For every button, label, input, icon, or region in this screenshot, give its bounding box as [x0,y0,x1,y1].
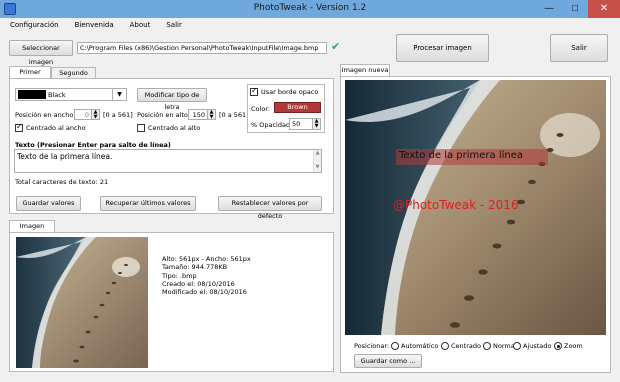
select-image-button[interactable]: Seleccionar imagen [9,40,73,66]
spinner-icon[interactable]: ▲ ▼ [91,110,99,119]
pos-y-value: 150 [192,111,205,119]
use-border-checkbox[interactable]: Usar borde opaco [250,86,318,96]
pos-y-stepper[interactable]: 150 ▲ ▼ [188,109,216,120]
info-dimensions: Alto: 561px - Ancho: 561px [162,255,251,263]
spinner-icon[interactable]: ▲ ▼ [207,110,215,119]
pos-x-range: [0 a 561] [103,111,133,119]
center-x-checkbox[interactable]: Centrado al ancho [15,122,86,132]
radio-centrado[interactable]: Centrado [441,342,481,350]
info-type: Tipo: .bmp [162,271,197,280]
radio-normal[interactable]: Normal [483,342,517,350]
text-color-select[interactable]: Black ▼ [15,88,127,101]
radio-zoom[interactable]: Zoom [554,342,583,350]
opacity-stepper[interactable]: 50 ▲ ▼ [289,118,321,130]
reset-values-button[interactable]: Restablecer valores por defecto [218,196,322,220]
new-image-preview: Texto de la primera línea @PhotoTweak - … [345,80,606,335]
info-size: Tamaño: 944.778KB [162,263,228,272]
recover-values-button[interactable]: Recuperar últimos valores [100,196,196,211]
close-button[interactable]: ✕ [588,0,620,18]
text-color-swatch [18,90,46,99]
radio-selected-icon[interactable] [554,342,562,350]
checkbox-checked-icon[interactable] [250,86,258,96]
process-image-button[interactable]: Procesar imagen [396,34,489,62]
original-image [16,237,148,368]
checkbox-unchecked-icon[interactable] [137,124,145,132]
char-count: Total caracteres de texto: 21 [15,178,109,186]
pos-x-stepper[interactable]: 0 ▲ ▼ [74,109,100,120]
radio-icon[interactable] [483,342,491,350]
save-values-button[interactable]: Guardar valores [16,196,81,211]
border-color-label: Color: [251,105,271,113]
save-as-button[interactable]: Guardar como ... [354,354,422,368]
pos-x-value: 0 [84,111,89,119]
file-path-field[interactable]: C:\Program Files (x86)\Gestion Personal\… [77,42,327,54]
check-icon: ✔ [331,40,341,53]
radio-icon[interactable] [441,342,449,350]
maximize-button[interactable]: ☐ [562,0,588,18]
menu-configuracion[interactable]: Configuración [10,18,59,32]
info-created: Creado el: 08/10/2016 [162,279,235,288]
checkbox-checked-icon[interactable] [15,122,23,132]
text-input[interactable]: Texto de la primera línea. [14,149,322,173]
radio-icon[interactable] [513,342,521,350]
spinner-icon[interactable]: ▲ ▼ [312,119,320,129]
overlay-text-2: @PhotoTweak - 2016 [393,198,519,212]
tab-second-text[interactable]: Segundo texto [51,67,96,88]
opacity-label: % Opacidad: [251,121,293,129]
text-color-label: Black [48,90,66,99]
exit-button[interactable]: Salir [550,34,608,62]
menu-bar: Configuración Bienvenida About Salir [0,18,620,32]
pos-y-label: Posición en alto: [137,111,191,119]
opacity-value: 50 [292,120,301,128]
modify-font-button[interactable]: Modificar tipo de letra [137,88,207,111]
border-color-button[interactable]: Brown [274,102,321,113]
window-title: PhotoTweak - Version 1.2 [253,3,367,13]
radio-icon[interactable] [391,342,399,350]
minimize-button[interactable]: — [536,0,562,18]
pos-x-label: Posición en ancho: [15,111,76,119]
info-modified: Modificado el: 08/10/2016 [162,288,247,297]
radio-automatico[interactable]: Automático [391,342,438,350]
radio-ajustado[interactable]: Ajustado [513,342,551,350]
image-info: Alto: 561px - Ancho: 561px Tamaño: 944.7… [162,255,251,296]
pos-y-range: [0 a 561] [219,111,249,119]
overlay-text-1: Texto de la primera línea [399,150,524,161]
menu-bienvenida[interactable]: Bienvenida [75,18,114,32]
position-label: Posicionar: [354,342,390,350]
center-y-checkbox[interactable]: Centrado al alto [137,124,200,132]
chevron-down-icon[interactable]: ▼ [112,89,126,100]
menu-about[interactable]: About [130,18,151,32]
menu-salir[interactable]: Salir [166,18,182,32]
text-scrollbar[interactable]: ▲ ▼ [313,150,321,172]
text-label: Texto (Presionar Enter para salto de lín… [15,141,171,149]
